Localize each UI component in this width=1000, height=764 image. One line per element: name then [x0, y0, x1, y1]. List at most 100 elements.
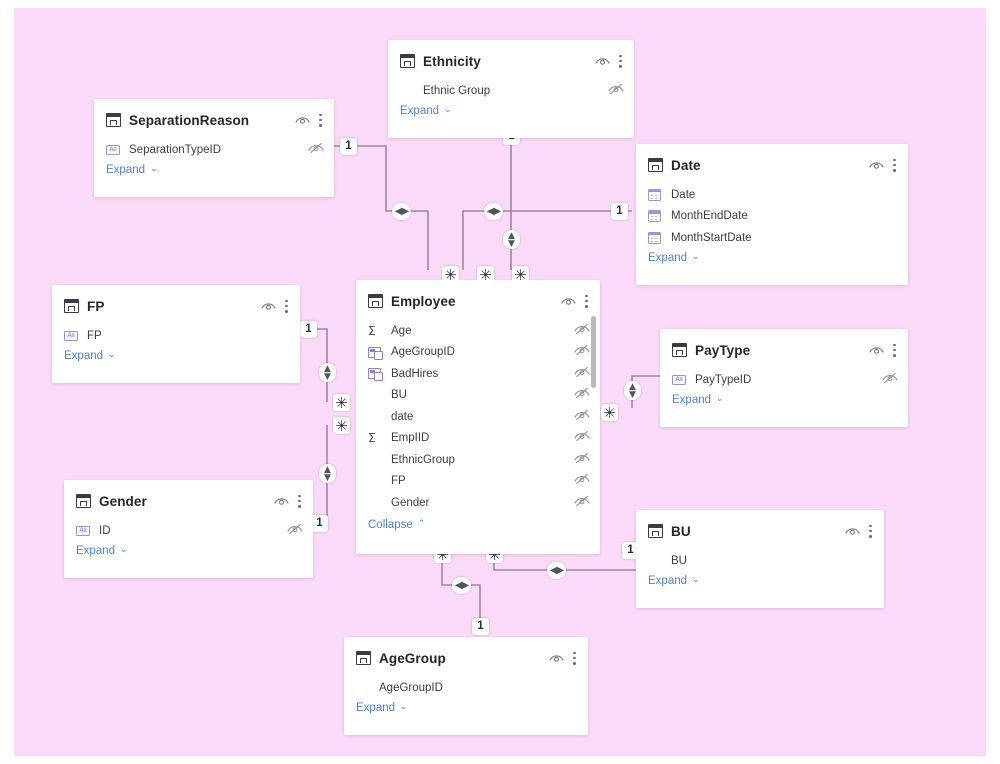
table-header-bu[interactable]: BU [636, 510, 884, 548]
field-label: BadHires [391, 367, 439, 380]
table-card-separationreason[interactable]: SeparationReason A≡ SeparationTypeID Exp… [94, 99, 334, 197]
field-row[interactable]: A≡ SeparationTypeID [106, 139, 324, 161]
eye-icon[interactable] [274, 496, 289, 507]
table-header-agegroup[interactable]: AgeGroup [344, 637, 588, 675]
more-options-icon[interactable] [298, 494, 301, 508]
more-options-icon[interactable] [285, 299, 288, 313]
crossfilter-marker-date[interactable]: ▲ ▼ [503, 230, 520, 249]
table-header-employee[interactable]: Employee [356, 280, 600, 318]
expand-toggle-date[interactable]: Expand ⌄ [636, 249, 908, 272]
hidden-eye-icon[interactable] [574, 365, 590, 383]
table-card-agegroup[interactable]: AgeGroup AgeGroupID Expand ⌄ [344, 637, 588, 735]
more-options-icon[interactable] [869, 524, 872, 538]
text-field-icon: A≡ [64, 330, 80, 341]
field-row[interactable]: Date [648, 184, 898, 206]
table-card-gender[interactable]: Gender A≡ ID Expand ⌄ [64, 480, 313, 578]
more-options-icon[interactable] [319, 113, 322, 127]
more-options-icon[interactable] [893, 343, 896, 357]
hidden-eye-icon[interactable] [574, 472, 590, 490]
crossfilter-marker-gender[interactable]: ▲ ▼ [319, 464, 336, 483]
crossfilter-marker-bu[interactable]: ◀▶ [547, 562, 566, 579]
eye-icon[interactable] [869, 345, 884, 356]
table-card-employee[interactable]: Employee Σ Age AgeGroupID BadHires BU da… [356, 280, 600, 554]
field-list-scrollbar[interactable] [591, 316, 596, 388]
table-header-gender[interactable]: Gender [64, 480, 313, 518]
expand-toggle-separationreason[interactable]: Expand ⌄ [94, 161, 334, 184]
more-options-icon[interactable] [619, 54, 622, 68]
field-row[interactable]: BU [648, 550, 874, 572]
more-options-icon[interactable] [573, 651, 576, 665]
field-row[interactable]: date [368, 406, 590, 428]
expand-toggle-ethnicity[interactable]: Expand ⌄ [388, 102, 634, 125]
cardinality-one-gender: 1 [311, 515, 328, 532]
field-row[interactable]: MonthEndDate [648, 206, 898, 228]
eye-icon[interactable] [869, 160, 884, 171]
hidden-eye-icon[interactable] [574, 343, 590, 361]
hidden-eye-icon[interactable] [574, 494, 590, 512]
expand-toggle-gender[interactable]: Expand ⌄ [64, 542, 313, 565]
hidden-eye-icon[interactable] [608, 82, 624, 100]
table-header-fp[interactable]: FP [52, 285, 300, 323]
crossfilter-marker-paytype[interactable]: ▲ ▼ [624, 381, 641, 400]
crossfilter-marker-agegroup[interactable]: ◀▶ [452, 577, 471, 594]
table-card-fp[interactable]: FP A≡ FP Expand ⌄ [52, 285, 300, 383]
field-row[interactable]: EthnicGroup [368, 449, 590, 471]
more-options-icon[interactable] [585, 294, 588, 308]
field-row[interactable]: Σ Age [368, 320, 590, 342]
table-card-ethnicity[interactable]: Ethnicity Ethnic Group Expand ⌄ [388, 40, 634, 138]
eye-icon[interactable] [561, 296, 576, 307]
field-row[interactable]: Σ EmpIID [368, 428, 590, 450]
table-card-paytype[interactable]: PayType A≡ PayTypeID Expand ⌄ [660, 329, 908, 427]
more-options-icon[interactable] [893, 158, 896, 172]
field-row[interactable]: A≡ FP [64, 325, 290, 347]
hidden-eye-icon[interactable] [574, 429, 590, 447]
table-header-date[interactable]: Date [636, 144, 908, 182]
expand-toggle-agegroup[interactable]: Expand ⌄ [344, 699, 588, 722]
hidden-eye-icon[interactable] [308, 141, 324, 159]
table-title: AgeGroup [379, 650, 446, 666]
eye-icon[interactable] [549, 653, 564, 664]
table-card-bu[interactable]: BU BU Expand ⌄ [636, 510, 884, 608]
both-directions-vertical-icon: ▲ ▼ [629, 382, 636, 399]
field-row[interactable]: MonthStartDate [648, 227, 898, 249]
hidden-eye-icon[interactable] [574, 451, 590, 469]
hidden-eye-icon[interactable] [574, 322, 590, 340]
field-row[interactable]: AgeGroupID [368, 342, 590, 364]
field-row[interactable]: Gender [368, 492, 590, 514]
field-row[interactable]: BU [368, 385, 590, 407]
hidden-eye-icon[interactable] [882, 371, 898, 389]
field-row[interactable]: Ethnic Group [400, 80, 624, 102]
field-row[interactable]: A≡ PayTypeID [672, 369, 898, 391]
table-header-separationreason[interactable]: SeparationReason [94, 99, 334, 137]
table-header-ethnicity[interactable]: Ethnicity [388, 40, 634, 78]
field-label: Date [671, 188, 696, 201]
crossfilter-marker-ethnicity[interactable]: ◀▶ [484, 203, 503, 220]
expand-toggle-paytype[interactable]: Expand ⌄ [660, 391, 908, 414]
hidden-eye-icon[interactable] [574, 386, 590, 404]
field-label: FP [87, 329, 102, 342]
model-diagram-canvas[interactable]: 1 ✳ 1 ✳ 1 ✳ 1 ✳ 1 ✳ 1 ✳ 1 ✳ 1 ✳ ◀▶ ◀▶ ▲ … [14, 8, 986, 756]
crossfilter-marker-fp[interactable]: ▲ ▼ [319, 363, 336, 382]
field-list-agegroup: AgeGroupID [344, 675, 588, 699]
eye-icon[interactable] [261, 301, 276, 312]
eye-icon[interactable] [845, 526, 860, 537]
field-row[interactable]: A≡ ID [76, 520, 303, 542]
collapse-toggle-employee[interactable]: Collapse ⌃ [356, 514, 600, 539]
eye-icon[interactable] [295, 115, 310, 126]
field-row[interactable]: BadHires [368, 363, 590, 385]
expand-toggle-bu[interactable]: Expand ⌄ [636, 572, 884, 595]
field-row[interactable]: FP [368, 471, 590, 493]
crossfilter-marker-separationreason[interactable]: ◀▶ [392, 203, 411, 220]
expand-label: Expand [106, 163, 146, 176]
table-header-paytype[interactable]: PayType [660, 329, 908, 367]
table-card-date[interactable]: Date Date MonthEndDate MonthStartDate Ex… [636, 144, 908, 285]
field-label: Gender [391, 496, 430, 509]
hidden-eye-icon[interactable] [287, 522, 303, 540]
field-row[interactable]: AgeGroupID [356, 677, 578, 699]
calendar-icon [648, 188, 664, 201]
hidden-eye-icon[interactable] [574, 408, 590, 426]
table-title: PayType [695, 342, 751, 358]
cardinality-one-separationreason: 1 [340, 138, 357, 155]
eye-icon[interactable] [595, 56, 610, 67]
expand-toggle-fp[interactable]: Expand ⌄ [52, 347, 300, 370]
